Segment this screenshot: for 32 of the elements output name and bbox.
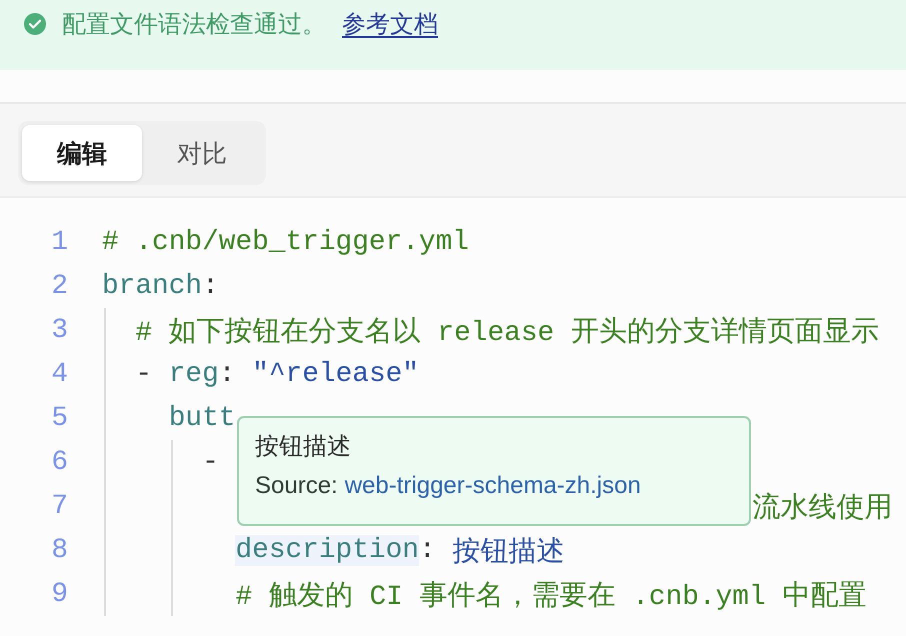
line-number: 8 [50, 534, 68, 566]
line-number: 7 [50, 490, 68, 522]
code-text: reg [168, 358, 219, 390]
tab[interactable]: 编辑 [22, 125, 142, 181]
line-number: 6 [50, 446, 68, 478]
tooltip-title: 按钮描述 [255, 432, 352, 462]
line-number: 9 [50, 578, 68, 610]
code-text: # 如下按钮在分支名以 release 开头的分支详情页面显示 [135, 316, 879, 348]
line-number: 4 [50, 358, 68, 390]
success-icon [24, 13, 46, 35]
docs-link[interactable]: 参考文档 [342, 8, 438, 40]
code-text: butt [168, 402, 236, 434]
source-link[interactable]: web-trigger-schema-zh.json [344, 472, 641, 500]
source-label: Source: [255, 472, 338, 500]
code-text: : [202, 270, 219, 302]
code-text: branch [102, 270, 202, 302]
code-text: description [235, 534, 419, 566]
code-text: # .cnb/web_trigger.yml [102, 226, 469, 258]
code-text: 流水线使用 [752, 492, 893, 524]
code-text: : [218, 358, 236, 390]
code-text: - [135, 358, 154, 390]
tab[interactable]: 对比 [142, 125, 262, 181]
line-number: 2 [50, 270, 68, 302]
code-text: - [202, 446, 219, 478]
code-text: : [418, 534, 437, 566]
line-number: 1 [50, 226, 68, 258]
status-message: 配置文件语法检查通过。 [62, 10, 326, 40]
code-text: # 触发的 CI 事件名，需要在 .cnb.yml 中配置 [235, 580, 866, 612]
code-text: "^release" [252, 358, 419, 390]
code-text: 按钮描述 [452, 536, 564, 568]
line-number: 3 [50, 314, 68, 346]
line-number: 5 [50, 402, 68, 434]
